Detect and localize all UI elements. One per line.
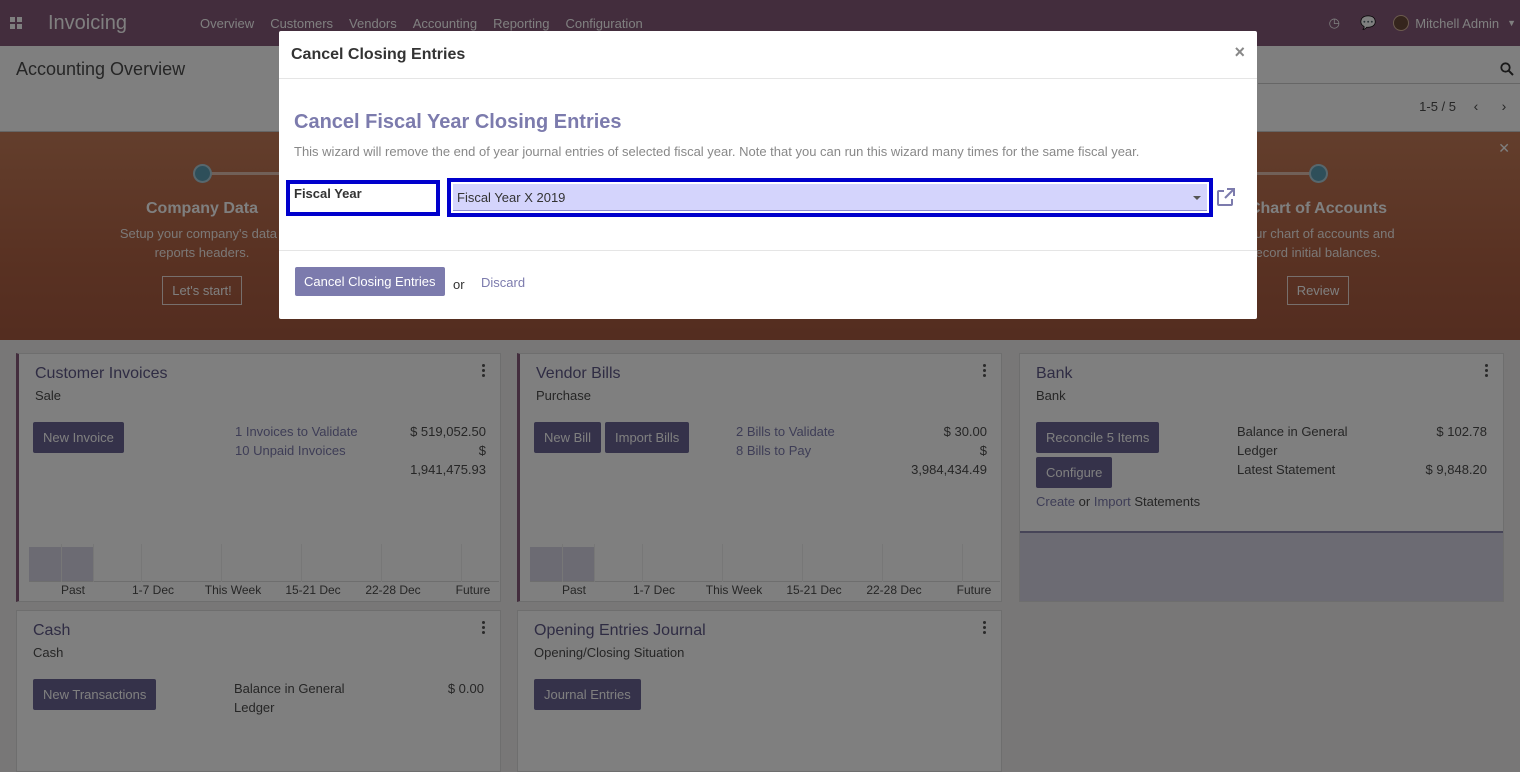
fiscal-year-value-container[interactable]: Fiscal Year X 2019 [453,184,1207,211]
fiscal-year-value: Fiscal Year X 2019 [457,189,566,205]
discard-button[interactable]: Discard [481,275,525,290]
modal-title: Cancel Closing Entries [291,46,466,63]
dropdown-caret-icon[interactable] [1193,196,1201,200]
fiscal-year-label: Fiscal Year [286,180,440,216]
wizard-heading: Cancel Fiscal Year Closing Entries [294,111,622,133]
wizard-description: This wizard will remove the end of year … [294,144,1140,159]
cancel-closing-entries-dialog: Cancel Closing Entries × Cancel Fiscal Y… [279,31,1257,319]
external-link-icon[interactable] [1215,186,1237,208]
close-icon[interactable]: × [1234,42,1245,63]
fiscal-year-select[interactable]: Fiscal Year X 2019 [447,178,1213,217]
footer-or-text: or [453,277,465,292]
modal-header: Cancel Closing Entries × [279,31,1257,79]
modal-footer: Cancel Closing Entries or Discard [279,250,1257,319]
cancel-closing-entries-button[interactable]: Cancel Closing Entries [295,267,445,296]
